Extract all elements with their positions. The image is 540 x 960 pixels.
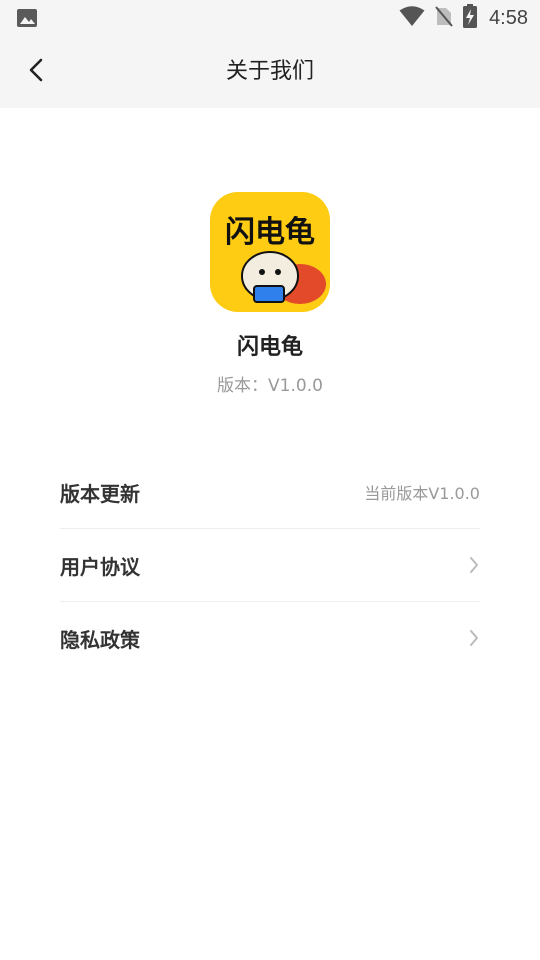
chevron-right-icon — [468, 629, 480, 647]
chevron-right-icon — [468, 556, 480, 574]
privacy-policy-row[interactable]: 隐私政策 — [60, 602, 480, 674]
top-bar: 关于我们 — [0, 36, 540, 108]
privacy-policy-label: 隐私政策 — [60, 627, 140, 652]
status-icons: 4:58 — [399, 4, 528, 32]
battery-charging-icon — [463, 4, 478, 32]
logo-text: 闪电龟 — [225, 215, 315, 250]
current-version-value: 当前版本V1.0.0 — [364, 484, 480, 503]
status-time: 4:58 — [489, 6, 528, 29]
app-version: 版本：V1.0.0 — [217, 376, 323, 396]
user-agreement-row[interactable]: 用户协议 — [60, 529, 480, 602]
app-logo: 闪电龟 — [210, 192, 330, 312]
status-bar: 4:58 — [0, 0, 540, 36]
page-title: 关于我们 — [225, 59, 314, 84]
settings-list: 版本更新 当前版本V1.0.0 用户协议 隐私政策 — [60, 456, 480, 674]
wifi-icon — [399, 5, 425, 31]
version-update-label: 版本更新 — [60, 481, 140, 506]
version-update-row[interactable]: 版本更新 当前版本V1.0.0 — [60, 456, 480, 529]
app-name: 闪电龟 — [236, 335, 303, 360]
user-agreement-label: 用户协议 — [60, 554, 140, 579]
image-icon — [16, 8, 38, 28]
no-sim-icon — [435, 5, 453, 31]
